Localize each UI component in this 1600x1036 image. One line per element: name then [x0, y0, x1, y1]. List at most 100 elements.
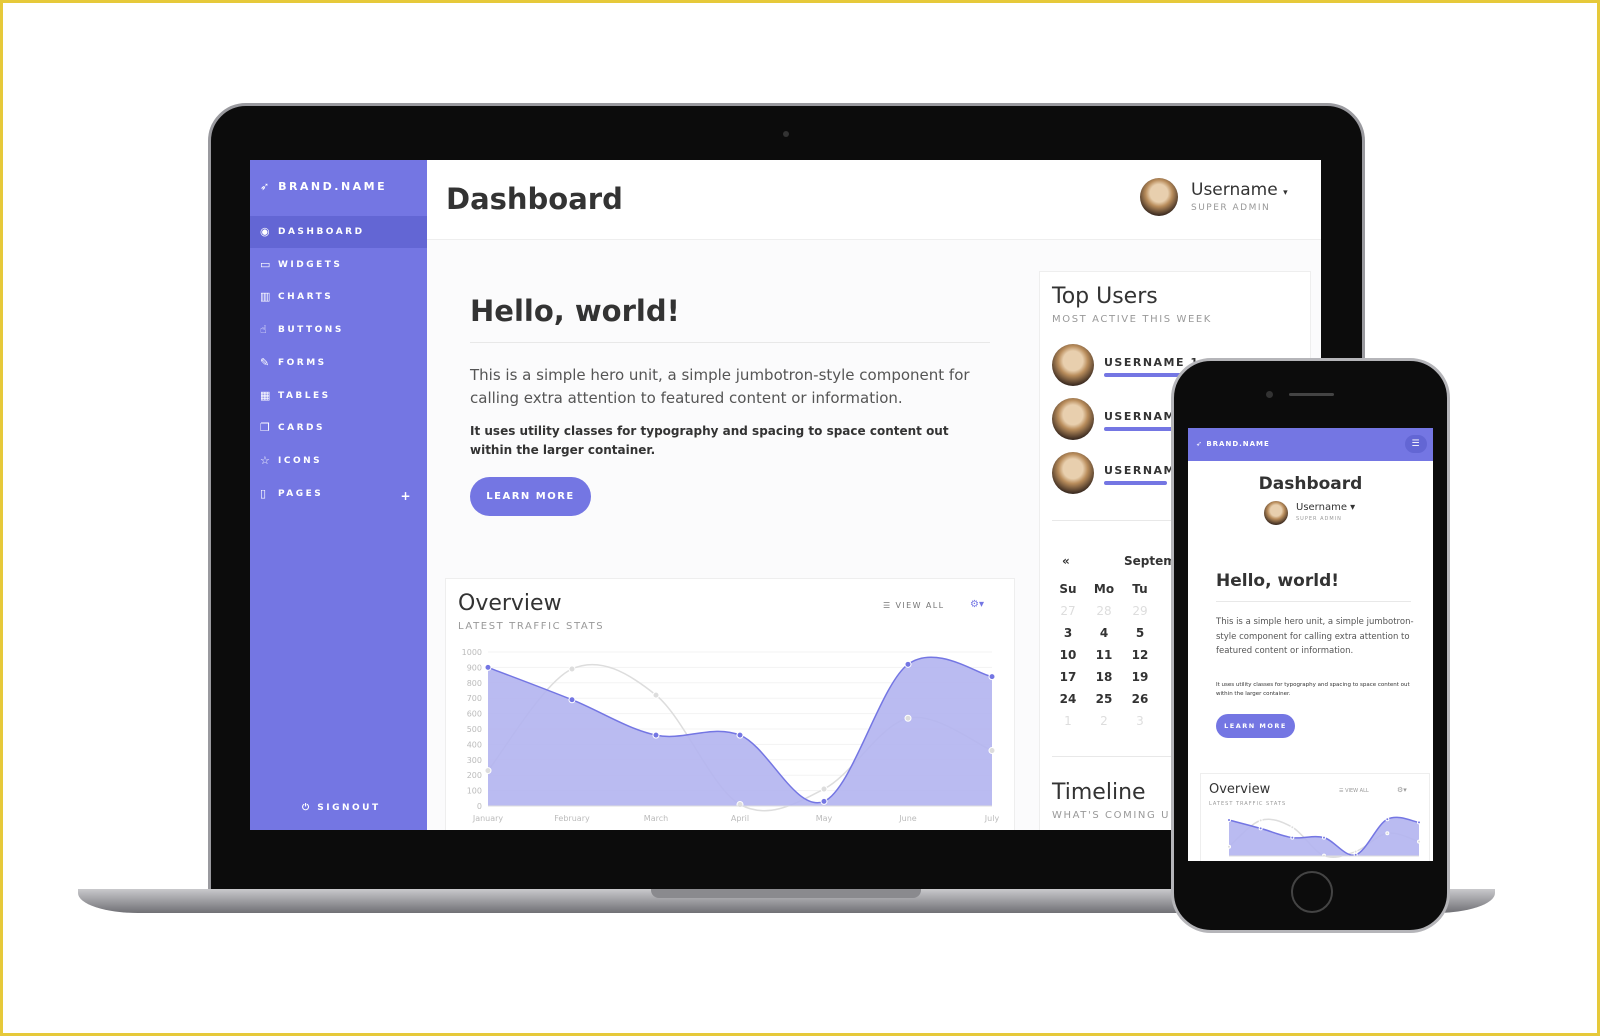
x-tick-label: April: [731, 814, 749, 823]
overview-title: Overview: [1209, 782, 1271, 797]
user-avatar[interactable]: [1052, 452, 1094, 494]
sidebar-item-label: WIDGETS: [278, 259, 343, 270]
sidebar-item-dashboard[interactable]: ◉ DASHBOARD: [250, 216, 427, 248]
overview-title: Overview: [458, 591, 562, 616]
list-icon: ☰: [883, 601, 892, 610]
mobile-navbar: ➶ BRAND.NAME ☰: [1188, 428, 1433, 461]
data-point: [736, 731, 744, 739]
sidebar-item-cards[interactable]: ❐ CARDS: [250, 412, 427, 444]
expand-icon[interactable]: +: [400, 489, 413, 503]
calendar-day[interactable]: 19: [1122, 670, 1158, 684]
gear-icon: ⚙: [970, 599, 979, 610]
calendar-day[interactable]: 27: [1050, 604, 1086, 618]
user-role: SUPER ADMIN: [1296, 516, 1342, 522]
calendar-day[interactable]: 28: [1086, 604, 1122, 618]
calendar-day[interactable]: 26: [1122, 692, 1158, 706]
calendar-day[interactable]: 18: [1086, 670, 1122, 684]
calendar-day[interactable]: 17: [1050, 670, 1086, 684]
sidebar-item-icons[interactable]: ☆ ICONS: [250, 445, 427, 477]
y-tick-label: 700: [467, 694, 482, 703]
user-menu[interactable]: Username ▾: [1296, 502, 1355, 513]
data-point: [820, 785, 828, 793]
calendar-day[interactable]: 2: [1086, 714, 1122, 728]
user-avatar[interactable]: [1052, 398, 1094, 440]
calendar-prev-button[interactable]: «: [1062, 554, 1070, 568]
y-tick-label: 500: [467, 725, 482, 734]
data-point: [1258, 818, 1263, 823]
data-point: [988, 673, 996, 681]
y-tick-label: 400: [467, 740, 482, 749]
sidebar-item-widgets[interactable]: ▭ WIDGETS: [250, 249, 427, 281]
view-all-button[interactable]: ☰ VIEW ALL: [1339, 788, 1369, 794]
signout-button[interactable]: ⏻ SIGNOUT: [302, 803, 381, 813]
calendar-icon: ▭: [260, 257, 273, 271]
data-point: [904, 714, 912, 722]
calendar-day[interactable]: 10: [1050, 648, 1086, 662]
gear-icon[interactable]: ⚙▾: [1397, 786, 1407, 794]
calendar-day[interactable]: 5: [1122, 626, 1158, 640]
view-all-button[interactable]: ☰ VIEW ALL: [883, 601, 944, 610]
mobile-learn-more-button[interactable]: LEARN MORE: [1216, 714, 1295, 738]
data-point: [1227, 818, 1231, 822]
edit-icon: ✎: [260, 355, 272, 369]
calendar-day[interactable]: 11: [1086, 648, 1122, 662]
dashboard-icon: ◉: [260, 225, 273, 238]
overview-subtitle: LATEST TRAFFIC STATS: [1209, 801, 1287, 807]
rocket-icon: ➶: [1196, 440, 1203, 448]
overview-card: Overview LATEST TRAFFIC STATS ☰ VIEW ALL…: [445, 578, 1015, 830]
camera-icon: [783, 131, 789, 137]
y-tick-label: 0: [477, 802, 482, 811]
data-point: [1417, 839, 1421, 844]
sidebar-item-label: BUTTONS: [278, 325, 344, 336]
avatar[interactable]: [1140, 178, 1178, 216]
user-activity-bar: [1104, 481, 1167, 485]
calendar-day[interactable]: 29: [1122, 604, 1158, 618]
caret-down-icon: ▾: [1283, 188, 1288, 198]
avatar[interactable]: [1264, 501, 1288, 525]
laptop-notch: [651, 889, 921, 898]
brand[interactable]: ➶ BRAND.NAME: [260, 180, 387, 193]
menu-toggle-button[interactable]: ☰: [1405, 435, 1427, 453]
overview-subtitle: LATEST TRAFFIC STATS: [458, 621, 605, 632]
x-tick-label: July: [984, 814, 1000, 823]
camera-icon: [1266, 391, 1273, 398]
topbar: Dashboard Username ▾ SUPER ADMIN: [427, 160, 1321, 240]
bar-chart-icon: ▥: [260, 290, 273, 304]
calendar-day[interactable]: 25: [1086, 692, 1122, 706]
y-tick-label: 300: [467, 756, 482, 765]
mobile-hero-lead: This is a simple hero unit, a simple jum…: [1216, 617, 1414, 656]
calendar-day[interactable]: 1: [1050, 714, 1086, 728]
hero-lead: This is a simple hero unit, a simple jum…: [470, 366, 970, 407]
sidebar-item-pages[interactable]: ▯ PAGES +: [250, 478, 427, 510]
user-avatar[interactable]: [1052, 344, 1094, 386]
home-button[interactable]: [1291, 871, 1333, 913]
settings-dropdown[interactable]: ⚙▾: [970, 599, 984, 610]
mobile-hero-text: It uses utility classes for typography a…: [1216, 682, 1410, 697]
calendar-day[interactable]: 12: [1122, 648, 1158, 662]
data-point: [1322, 835, 1326, 840]
data-point: [736, 800, 744, 808]
table-icon: ▦: [260, 388, 273, 402]
power-icon: ⏻: [302, 803, 312, 813]
sidebar-item-tables[interactable]: ▦ TABLES: [250, 380, 427, 412]
calendar-day[interactable]: 24: [1050, 692, 1086, 706]
data-point: [1290, 835, 1295, 840]
data-point: [484, 663, 492, 671]
sidebar-item-forms[interactable]: ✎ FORMS: [250, 347, 427, 379]
star-icon: ☆: [260, 453, 273, 467]
data-point: [652, 691, 660, 699]
mobile-overview-chart: [1227, 816, 1421, 858]
hero-title: Hello, world!: [470, 294, 680, 328]
sidebar-item-charts[interactable]: ▥ CHARTS: [250, 281, 427, 313]
hero-text: It uses utility classes for typography a…: [470, 424, 949, 457]
calendar-day[interactable]: 4: [1086, 626, 1122, 640]
clone-icon: ❐: [260, 421, 273, 435]
calendar-day[interactable]: 3: [1050, 626, 1086, 640]
data-point: [1258, 826, 1263, 831]
data-point: [1385, 817, 1390, 822]
calendar-day[interactable]: 3: [1122, 714, 1158, 728]
sidebar-item-label: TABLES: [278, 390, 331, 401]
user-menu[interactable]: Username ▾: [1191, 180, 1288, 200]
sidebar-item-buttons[interactable]: ☝ BUTTONS: [250, 314, 427, 346]
learn-more-button[interactable]: LEARN MORE: [470, 477, 591, 516]
